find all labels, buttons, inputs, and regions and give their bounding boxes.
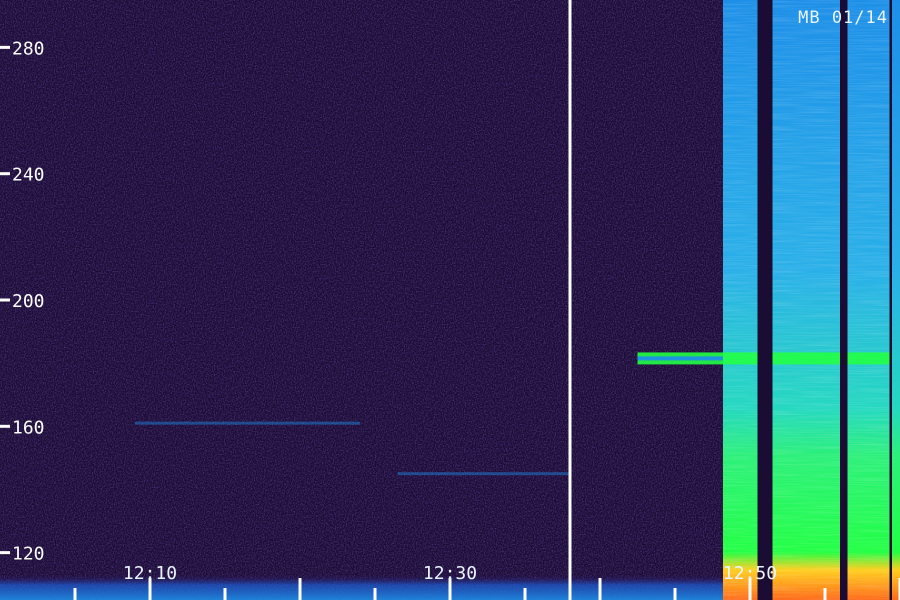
data-gap-1 xyxy=(840,0,848,600)
date-stamp: MB 01/14 xyxy=(798,8,888,28)
y-tick-label-280: 280 xyxy=(12,38,45,59)
y-tick-label-240: 240 xyxy=(12,165,45,186)
right-edge-emission xyxy=(892,0,900,600)
x-time-label-0: 12:10 xyxy=(123,563,177,584)
spectral-line-2 xyxy=(135,421,360,425)
spectral-line-core-0 xyxy=(637,356,723,361)
emission-texture xyxy=(723,0,900,600)
spectrogram-chart: 120 160 200 240 280 12:10 12:30 12:50 MB 01/14 xyxy=(0,0,900,600)
y-tick-label-160: 160 xyxy=(12,417,45,438)
data-gap-0 xyxy=(757,0,773,600)
x-time-label-2: 12:50 xyxy=(723,563,777,584)
y-tick-label-200: 200 xyxy=(12,291,45,312)
x-time-label-1: 12:30 xyxy=(423,563,477,584)
y-tick-label-120: 120 xyxy=(12,544,45,565)
spectral-line-1 xyxy=(397,472,570,476)
intensity-band-group xyxy=(723,0,900,600)
spectrogram-figure: 120 160 200 240 280 12:10 12:30 12:50 MB 01/14 xyxy=(0,0,900,600)
